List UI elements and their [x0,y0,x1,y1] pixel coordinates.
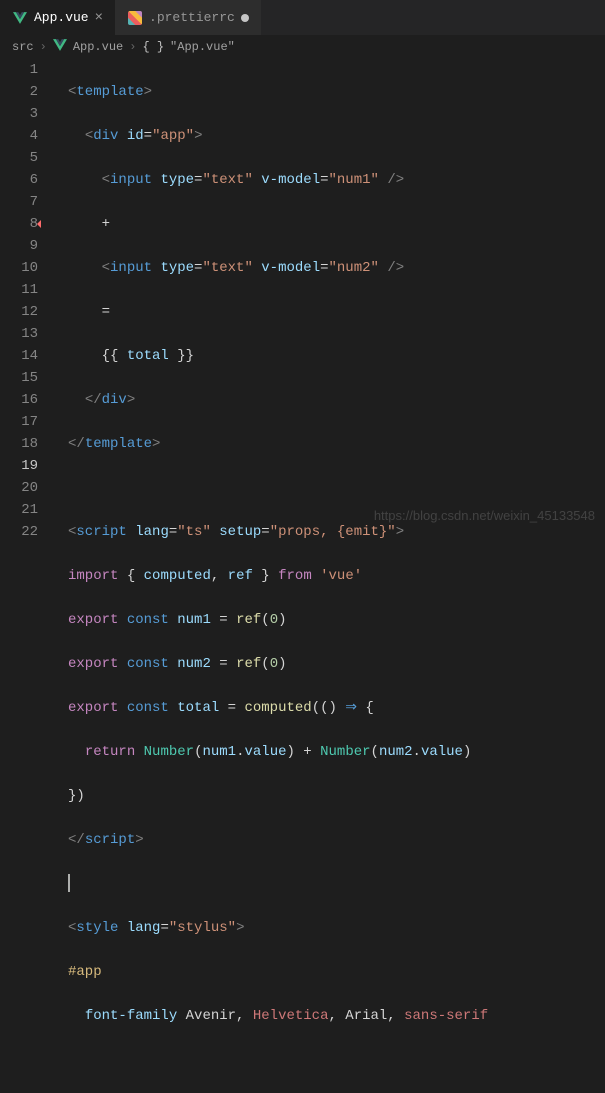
error-marker-icon [37,220,41,228]
line-number: 11 [0,279,38,301]
tab-app-vue[interactable]: App.vue × [0,0,115,35]
line-number: 15 [0,367,38,389]
line-number: 13 [0,323,38,345]
line-number: 4 [0,125,38,147]
line-number: 12 [0,301,38,323]
chevron-right-icon: › [129,40,136,54]
braces-icon: { } [142,40,164,54]
vue-icon [53,39,67,55]
code-editor[interactable]: 1 2 3 4 5 6 7 8 9 10 11 12 13 14 15 16 1… [0,59,605,549]
tab-prettierrc[interactable]: .prettierrc [115,0,261,35]
line-number: 9 [0,235,38,257]
line-number: 17 [0,411,38,433]
tab-label: App.vue [34,10,89,25]
breadcrumb-seg[interactable]: App.vue [73,40,123,54]
line-number: 16 [0,389,38,411]
line-number: 2 [0,81,38,103]
breadcrumb: src › App.vue › { } "App.vue" [0,35,605,59]
line-number: 5 [0,147,38,169]
close-icon[interactable]: × [95,10,103,26]
line-number: 8 [0,213,38,235]
breadcrumb-seg[interactable]: src [12,40,34,54]
vue-icon [12,10,28,26]
text-cursor [68,874,70,892]
line-number: 7 [0,191,38,213]
line-gutter: 1 2 3 4 5 6 7 8 9 10 11 12 13 14 15 16 1… [0,59,52,549]
line-number: 10 [0,257,38,279]
modified-dot-icon [241,14,249,22]
chevron-right-icon: › [40,40,47,54]
code-area[interactable]: <template> <div id="app"> <input type="t… [52,59,605,549]
line-number: 14 [0,345,38,367]
line-number: 19 [0,455,38,477]
tab-label: .prettierrc [149,10,235,25]
prettier-icon [127,10,143,26]
line-number: 21 [0,499,38,521]
tab-bar: App.vue × .prettierrc [0,0,605,35]
line-number: 22 [0,521,38,543]
line-number: 20 [0,477,38,499]
line-number: 18 [0,433,38,455]
breadcrumb-seg[interactable]: "App.vue" [170,40,235,54]
line-number: 1 [0,59,38,81]
line-number: 3 [0,103,38,125]
line-number: 6 [0,169,38,191]
watermark: https://blog.csdn.net/weixin_45133548 [374,505,595,527]
